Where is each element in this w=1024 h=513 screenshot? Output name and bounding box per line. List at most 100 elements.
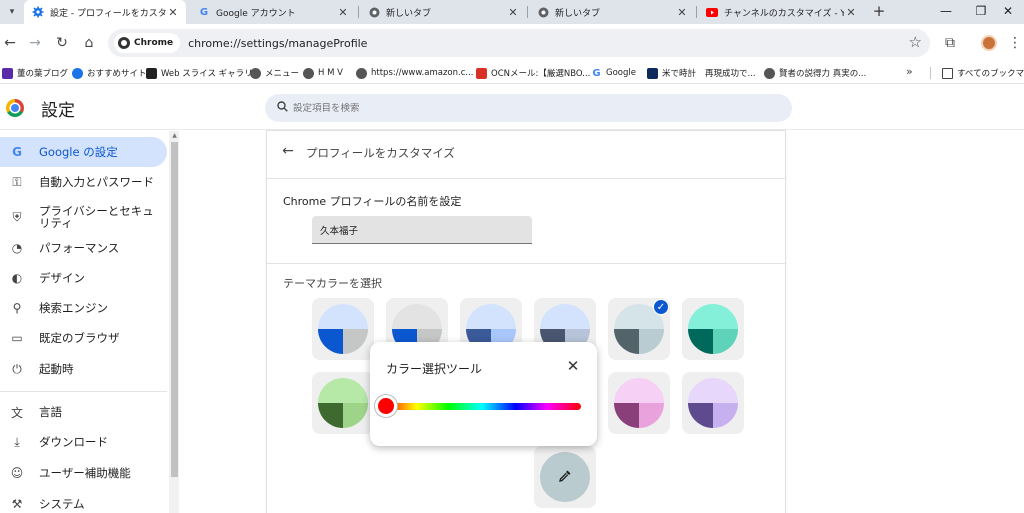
globe-icon bbox=[356, 67, 367, 79]
page-title: 設定 bbox=[41, 101, 75, 121]
bookmark-item[interactable]: G Google bbox=[591, 65, 636, 81]
chrome-icon bbox=[118, 37, 130, 49]
bookmark-item[interactable]: H M V bbox=[303, 65, 343, 81]
close-icon[interactable]: ✕ bbox=[565, 357, 581, 375]
arrow-right-icon: → bbox=[29, 35, 41, 51]
search-icon: ⚲ bbox=[12, 301, 22, 315]
close-icon[interactable]: ✕ bbox=[336, 6, 350, 19]
search-input[interactable] bbox=[293, 102, 773, 114]
theme-swatch[interactable] bbox=[682, 372, 744, 434]
tab-new-tab[interactable]: 新しいタブ ✕ bbox=[529, 0, 695, 24]
sidebar-item-on-startup[interactable]: ⏻ 起動時 bbox=[0, 354, 167, 384]
address-bar[interactable]: Chrome chrome://settings/manageProfile ☆ bbox=[108, 29, 930, 57]
sidebar-item-label: システム bbox=[39, 497, 85, 511]
chrome-icon bbox=[368, 6, 380, 18]
folder-icon bbox=[942, 67, 953, 79]
close-window-button[interactable]: ✕ bbox=[990, 0, 1024, 24]
palette-icon: ◐ bbox=[11, 271, 23, 285]
sidebar-item-google[interactable]: G Google の設定 bbox=[0, 137, 167, 167]
bookmarks-bar: 董の葉ブログ おすすめサイト Web スライス ギャラリー メニュー H M V… bbox=[0, 62, 1024, 84]
bookmark-label: https://www.amazon.c... bbox=[371, 68, 474, 78]
sidebar-item-label: ユーザー補助機能 bbox=[39, 466, 131, 480]
sidebar-item-languages[interactable]: 文 言語 bbox=[0, 397, 167, 427]
close-icon[interactable]: ✕ bbox=[844, 6, 858, 19]
bookmark-star-icon[interactable]: ☆ bbox=[909, 33, 922, 51]
home-button[interactable]: ⌂ bbox=[79, 33, 99, 53]
sidebar-item-label: 起動時 bbox=[39, 362, 74, 376]
back-button[interactable]: ← bbox=[0, 33, 20, 53]
tab-new-tab[interactable]: 新しいタブ ✕ bbox=[360, 0, 526, 24]
sidebar-item-label: 既定のブラウザ bbox=[39, 331, 120, 345]
site-info-chip[interactable]: Chrome bbox=[114, 33, 181, 53]
bookmarks-overflow-button[interactable]: » bbox=[906, 65, 913, 78]
sidebar-item-default-browser[interactable]: ▭ 既定のブラウザ bbox=[0, 323, 167, 353]
theme-swatch[interactable] bbox=[312, 372, 374, 434]
sidebar-scroll-thumb[interactable] bbox=[171, 142, 178, 477]
bookmark-item[interactable]: 董の葉ブログ bbox=[2, 65, 68, 81]
swatch-segment bbox=[466, 304, 516, 329]
theme-swatch[interactable]: ✓ bbox=[608, 298, 670, 360]
extensions-icon[interactable]: ⧉ bbox=[940, 33, 960, 53]
checkmark-icon: ✓ bbox=[653, 299, 669, 315]
bookmark-item[interactable]: メニュー bbox=[250, 65, 299, 81]
profile-name-input[interactable] bbox=[312, 216, 532, 244]
sidebar-item-design[interactable]: ◐ デザイン bbox=[0, 263, 167, 293]
hue-slider-track[interactable] bbox=[383, 403, 581, 410]
scroll-up-icon[interactable]: ▲ bbox=[171, 133, 178, 139]
all-bookmarks-folder[interactable]: すべてのブックマーク bbox=[942, 65, 1024, 81]
url-text[interactable]: chrome://settings/manageProfile bbox=[188, 37, 367, 50]
home-icon: ⌂ bbox=[84, 35, 94, 51]
power-icon: ⏻ bbox=[12, 361, 22, 376]
bookmark-item[interactable]: OCNメール:【厳選NBO... bbox=[476, 65, 590, 81]
bookmark-item[interactable]: Web スライス ギャラリー bbox=[146, 65, 261, 81]
hue-slider-thumb[interactable] bbox=[375, 395, 397, 417]
tab-label: 設定 - プロフィールをカスタマイズ bbox=[50, 8, 166, 19]
close-icon[interactable]: ✕ bbox=[166, 6, 180, 19]
tab-search-button[interactable]: ▾ bbox=[3, 3, 21, 21]
bookmark-favicon bbox=[647, 67, 658, 79]
minimize-button[interactable]: — bbox=[928, 0, 964, 24]
theme-color-label: テーマカラーを選択 bbox=[283, 277, 382, 290]
wrench-icon: ⚒ bbox=[11, 497, 23, 511]
theme-swatch[interactable] bbox=[682, 298, 744, 360]
sidebar-item-downloads[interactable]: ⤓ ダウンロード bbox=[0, 427, 167, 457]
theme-swatch-disc bbox=[614, 378, 664, 428]
custom-color-swatch[interactable] bbox=[534, 446, 596, 508]
theme-swatch[interactable] bbox=[608, 372, 670, 434]
theme-swatch[interactable] bbox=[312, 298, 374, 360]
custom-color-disc bbox=[540, 452, 590, 502]
reload-button[interactable]: ↻ bbox=[52, 33, 72, 53]
swatch-segment bbox=[639, 329, 664, 354]
close-icon[interactable]: ✕ bbox=[506, 6, 520, 19]
close-icon[interactable]: ✕ bbox=[675, 6, 689, 19]
profile-avatar[interactable] bbox=[981, 35, 997, 51]
sidebar-item-system[interactable]: ⚒ システム bbox=[0, 489, 167, 513]
sidebar-item-autofill[interactable]: ⚿ 自動入力とパスワード bbox=[0, 167, 167, 197]
menu-kebab-icon[interactable]: ⋮ bbox=[1008, 33, 1022, 53]
sidebar-item-label: パフォーマンス bbox=[39, 241, 120, 255]
bookmark-item[interactable]: 賢者の説得力 真実の... bbox=[764, 65, 866, 81]
new-tab-button[interactable]: + bbox=[870, 2, 888, 20]
google-icon: G bbox=[592, 67, 601, 79]
back-arrow-icon[interactable]: ← bbox=[281, 142, 295, 160]
sidebar-item-accessibility[interactable]: ☺ ユーザー補助機能 bbox=[0, 458, 167, 488]
tab-label: チャンネルのカスタマイズ - YouTube bbox=[724, 8, 844, 19]
settings-search[interactable] bbox=[265, 94, 792, 122]
bookmark-item[interactable]: おすすめサイト bbox=[72, 65, 147, 81]
popup-title: カラー選択ツール bbox=[386, 362, 483, 376]
eyedropper-icon bbox=[558, 469, 572, 486]
sidebar-item-performance[interactable]: ◔ パフォーマンス bbox=[0, 233, 167, 263]
sidebar-item-label: 言語 bbox=[39, 405, 62, 419]
sidebar-item-search-engine[interactable]: ⚲ 検索エンジン bbox=[0, 293, 167, 323]
sidebar-item-privacy[interactable]: ⛨ プライバシーとセキュリティ bbox=[0, 199, 167, 235]
sidebar-item-label: Google の設定 bbox=[39, 145, 118, 159]
swatch-segment bbox=[614, 329, 639, 354]
bookmark-label: すべてのブックマーク bbox=[957, 69, 1024, 79]
forward-button[interactable]: → bbox=[25, 33, 45, 53]
tab-youtube[interactable]: チャンネルのカスタマイズ - YouTube ✕ bbox=[698, 0, 864, 24]
tab-google-account[interactable]: G Google アカウント ✕ bbox=[190, 0, 356, 24]
bookmark-item[interactable]: 米で時計 bbox=[647, 65, 696, 81]
tab-settings[interactable]: 設定 - プロフィールをカスタマイズ ✕ bbox=[24, 0, 186, 24]
bookmark-item[interactable]: 再現成功で... bbox=[705, 65, 756, 81]
bookmark-item[interactable]: https://www.amazon.c... bbox=[356, 65, 473, 81]
